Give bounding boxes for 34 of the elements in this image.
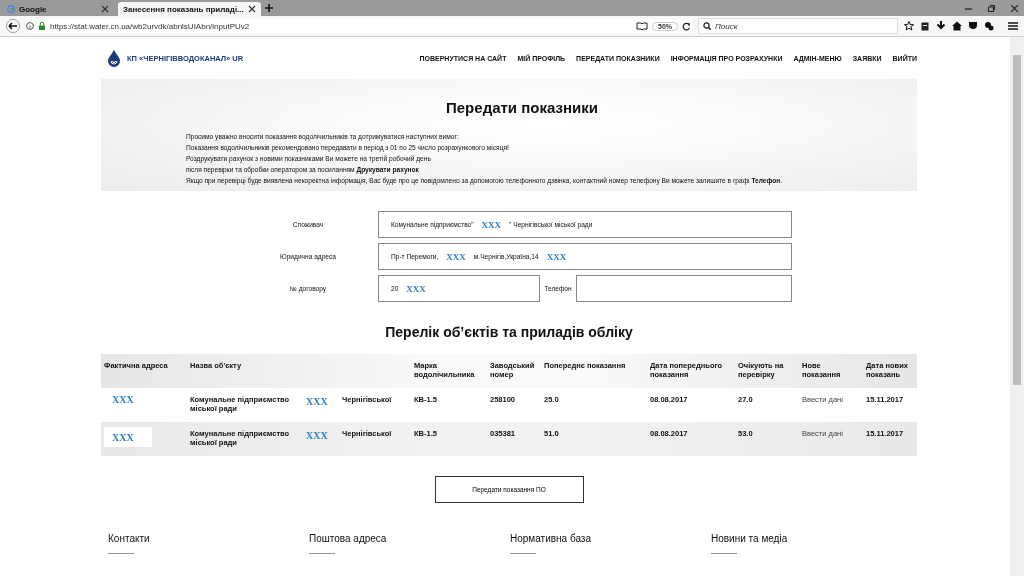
url-text[interactable]: https://stat.water.cn.ua/wb2urvdk/abnlsUIAbn/inputPUv2 — [50, 21, 632, 31]
footer-heading: Поштова адреса — [309, 533, 388, 544]
tab-title: Занесення показань приладі... — [123, 4, 244, 14]
footer-heading: Новини та медіа — [711, 533, 789, 544]
reload-icon[interactable] — [682, 21, 692, 31]
scrollbar[interactable] — [1010, 37, 1024, 576]
lock-icon — [38, 22, 46, 30]
redacted-text: XXX — [306, 397, 328, 406]
close-icon[interactable] — [1011, 4, 1018, 12]
water-drop-logo — [107, 49, 121, 67]
tab-title: Google — [19, 4, 48, 14]
footer-heading: Нормативна база — [510, 533, 592, 544]
g-logo-icon — [7, 5, 15, 13]
close-icon[interactable] — [247, 5, 256, 13]
redacted-text: XXX — [112, 432, 134, 442]
back-icon[interactable] — [6, 19, 20, 33]
download-icon[interactable] — [936, 21, 946, 31]
input-field[interactable] — [576, 275, 792, 302]
browser-tab[interactable]: Google — [2, 2, 114, 16]
restore-icon[interactable] — [988, 4, 995, 12]
redacted-text: XXX — [112, 394, 134, 405]
page-title: Передати показники — [446, 99, 599, 116]
info-icon[interactable] — [26, 22, 34, 30]
home-icon[interactable] — [952, 21, 962, 31]
clipboard-icon[interactable] — [920, 21, 930, 31]
redacted-text: XXX — [306, 431, 328, 440]
search-field[interactable]: Поиск — [698, 18, 898, 34]
menu-icon[interactable] — [1008, 21, 1018, 31]
star-icon[interactable] — [904, 21, 914, 31]
search-icon — [703, 22, 711, 30]
plus-icon[interactable] — [264, 4, 273, 12]
footer-heading: Контакти — [108, 533, 151, 544]
section-title: Перелік об’єктів та приладів обліку — [384, 324, 634, 340]
browser-tab[interactable]: Занесення показань приладі... — [118, 2, 261, 16]
